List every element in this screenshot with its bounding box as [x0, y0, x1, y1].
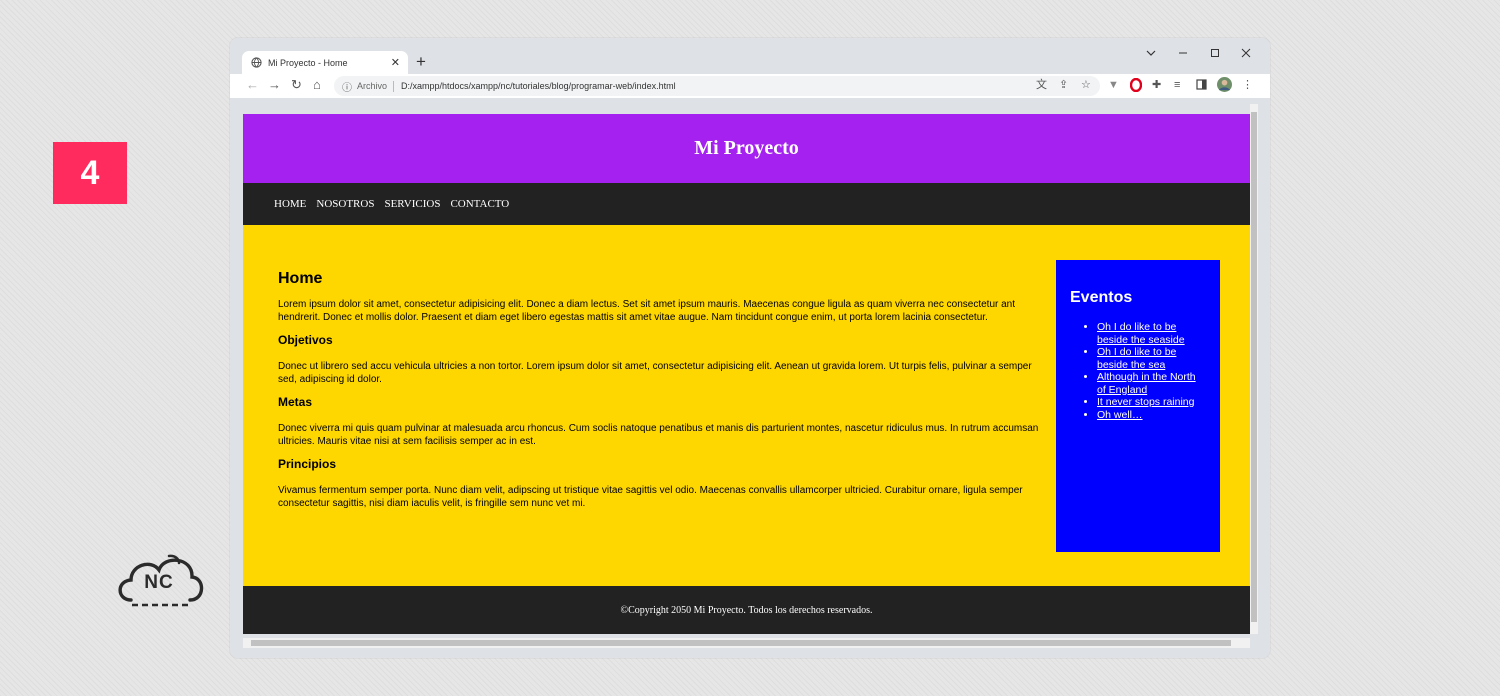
address-prefix: Archivo	[357, 81, 388, 91]
globe-icon	[251, 57, 262, 68]
nc-logo: NC	[113, 550, 205, 612]
close-icon[interactable]: ✕	[391, 56, 400, 69]
forward-icon[interactable]: →	[268, 78, 281, 92]
list-item: Oh well…	[1097, 409, 1207, 422]
info-icon[interactable]: ⓘ	[342, 79, 352, 94]
horizontal-scrollbar[interactable]	[243, 638, 1250, 648]
puzzle-icon[interactable]: ✚	[1152, 79, 1161, 91]
address-separator	[393, 80, 395, 92]
nav-link-contacto[interactable]: CONTACTO	[450, 198, 509, 210]
browser-window: Mi Proyecto - Home ✕ + ← → ↻ ⌂ ⓘ Archivo…	[230, 38, 1270, 658]
list-item: Although in the North of England	[1097, 371, 1207, 396]
site-footer: ©Copyright 2050 Mi Proyecto. Todos los d…	[243, 586, 1250, 634]
back-icon[interactable]: ←	[246, 78, 259, 92]
event-link[interactable]: Oh I do like to be beside the seaside	[1097, 321, 1185, 346]
main-content: Home Lorem ipsum dolor sit amet, consect…	[243, 225, 1250, 586]
extension-icon[interactable]: ▼	[1108, 79, 1119, 91]
step-badge: 4	[53, 142, 127, 204]
site-nav: HOME NOSOTROS SERVICIOS CONTACTO	[243, 183, 1250, 225]
list-item: Oh I do like to be beside the seaside	[1097, 321, 1207, 346]
browser-toolbar: ← → ↻ ⌂ ⓘ Archivo D:/xampp/htdocs/xampp/…	[230, 74, 1270, 98]
list-item: It never stops raining	[1097, 396, 1207, 409]
site-header: Mi Proyecto	[243, 114, 1250, 183]
section-title-objetivos: Objetivos	[278, 333, 333, 347]
section-title-principios: Principios	[278, 457, 337, 471]
nav-link-servicios[interactable]: SERVICIOS	[384, 198, 440, 210]
reading-list-icon[interactable]: ≡	[1174, 79, 1180, 91]
event-link[interactable]: Although in the North of England	[1097, 371, 1196, 396]
avatar[interactable]	[1217, 77, 1232, 95]
reload-icon[interactable]: ↻	[291, 78, 302, 92]
events-sidebar: Eventos Oh I do like to be beside the se…	[1056, 260, 1220, 552]
translate-icon[interactable]: 文	[1036, 79, 1047, 91]
event-link[interactable]: Oh well…	[1097, 409, 1143, 421]
nav-link-nosotros[interactable]: NOSOTROS	[316, 198, 374, 210]
section-title-metas: Metas	[278, 395, 313, 409]
menu-icon[interactable]: ⋮	[1242, 79, 1253, 91]
scrollbar-thumb[interactable]	[1251, 112, 1257, 622]
scrollbar-thumb[interactable]	[251, 640, 1231, 646]
home-icon[interactable]: ⌂	[313, 78, 321, 92]
tab-title: Mi Proyecto - Home	[268, 57, 348, 68]
intro-paragraph: Lorem ipsum dolor sit amet, consectetur …	[278, 299, 1016, 323]
site-title: Mi Proyecto	[694, 137, 799, 159]
list-item: Oh I do like to be beside the sea	[1097, 346, 1207, 371]
event-link[interactable]: It never stops raining	[1097, 396, 1194, 408]
chevron-down-icon[interactable]	[1146, 47, 1156, 61]
logo-text: NC	[144, 572, 174, 593]
article: Home Lorem ipsum dolor sit amet, consect…	[278, 270, 1048, 519]
minimize-icon[interactable]	[1178, 47, 1188, 61]
event-link[interactable]: Oh I do like to be beside the sea	[1097, 346, 1176, 371]
vertical-scrollbar[interactable]	[1250, 104, 1258, 634]
address-bar[interactable]: ⓘ Archivo D:/xampp/htdocs/xampp/nc/tutor…	[334, 76, 1100, 96]
share-icon[interactable]: ⇪	[1059, 79, 1068, 91]
maximize-icon[interactable]	[1210, 47, 1220, 61]
nav-link-home[interactable]: HOME	[274, 198, 306, 210]
page-viewport: Mi Proyecto HOME NOSOTROS SERVICIOS CONT…	[243, 114, 1250, 634]
section-text-principios: Vivamus fermentum semper porta. Nunc dia…	[278, 485, 1023, 509]
section-text-objetivos: Donec ut librero sed accu vehicula ultri…	[278, 361, 1032, 385]
page-heading: Home	[278, 270, 323, 287]
window-close-icon[interactable]	[1241, 47, 1251, 61]
sidepanel-icon[interactable]	[1196, 79, 1207, 93]
events-title: Eventos	[1070, 289, 1133, 306]
url-text[interactable]: D:/xampp/htdocs/xampp/nc/tutoriales/blog…	[401, 81, 676, 91]
browser-tab[interactable]: Mi Proyecto - Home ✕	[242, 51, 408, 74]
events-list: Oh I do like to be beside the seaside Oh…	[1056, 321, 1207, 421]
star-icon[interactable]: ☆	[1081, 79, 1091, 91]
section-text-metas: Donec viverra mi quis quam pulvinar at m…	[278, 423, 1039, 447]
footer-text: ©Copyright 2050 Mi Proyecto. Todos los d…	[620, 604, 873, 616]
opera-icon[interactable]	[1129, 77, 1143, 95]
plus-icon[interactable]: +	[416, 52, 426, 72]
